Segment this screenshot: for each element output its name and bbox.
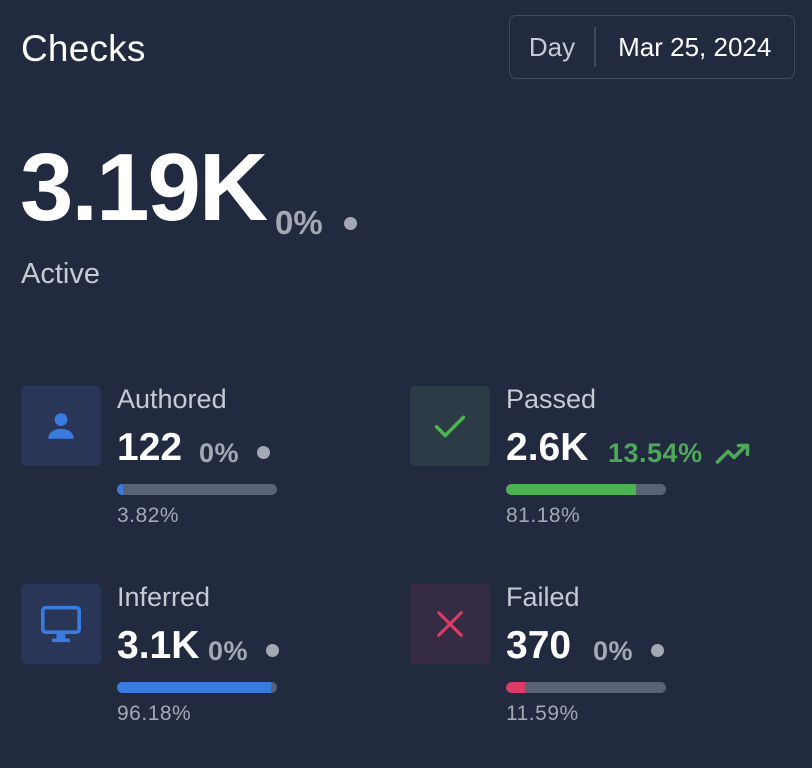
card-label: Passed [506, 384, 597, 414]
date-range-selector[interactable]: Day Mar 25, 2024 [509, 15, 795, 79]
neutral-dot-icon [651, 644, 664, 657]
progress-bar [506, 682, 666, 693]
progress-bar [506, 484, 666, 495]
period-select[interactable]: Day [510, 32, 594, 63]
card-value: 370 [506, 624, 572, 667]
card-label: Failed [506, 582, 580, 612]
close-icon [437, 611, 463, 637]
failed-icon-tile [410, 584, 490, 664]
progress-bar [117, 682, 277, 693]
page-title: Checks [21, 28, 146, 69]
card-percent: 81.18% [506, 504, 581, 527]
progress-fill [506, 484, 636, 495]
trending-up-icon [715, 443, 750, 464]
stat-card-authored[interactable]: Authored 122 0% 3.82% [21, 384, 381, 546]
card-value: 2.6K [506, 426, 589, 469]
progress-fill [506, 682, 525, 693]
authored-icon-tile [21, 386, 101, 466]
active-total-value: 3.19K [20, 134, 268, 241]
progress-fill [117, 484, 124, 495]
card-change: 0% [208, 636, 249, 666]
inferred-icon-tile [21, 584, 101, 664]
active-label: Active [21, 258, 100, 290]
card-change: 0% [199, 438, 240, 468]
stat-card-failed[interactable]: Failed 370 0% 11.59% [410, 582, 770, 744]
neutral-dot-icon [266, 644, 279, 657]
active-change: 0% [275, 204, 323, 241]
card-change: 13.54% [608, 438, 703, 468]
stat-card-inferred[interactable]: Inferred 3.1K 0% 96.18% [21, 582, 381, 744]
monitor-icon [41, 605, 81, 643]
card-percent: 11.59% [506, 702, 579, 725]
neutral-dot-icon [257, 446, 270, 459]
card-value: 122 [117, 426, 183, 469]
progress-fill [117, 682, 271, 693]
card-label: Inferred [117, 582, 211, 612]
neutral-dot-icon [344, 217, 357, 230]
stat-card-passed[interactable]: Passed 2.6K 13.54% 81.18% [410, 384, 770, 546]
card-change: 0% [593, 636, 634, 666]
passed-icon-tile [410, 386, 490, 466]
check-icon [434, 415, 466, 438]
card-label: Authored [117, 384, 227, 414]
card-percent: 96.18% [117, 702, 192, 725]
date-picker[interactable]: Mar 25, 2024 [596, 32, 795, 63]
progress-bar [117, 484, 277, 495]
card-value: 3.1K [117, 624, 200, 667]
user-icon [48, 413, 74, 439]
card-percent: 3.82% [117, 504, 180, 527]
